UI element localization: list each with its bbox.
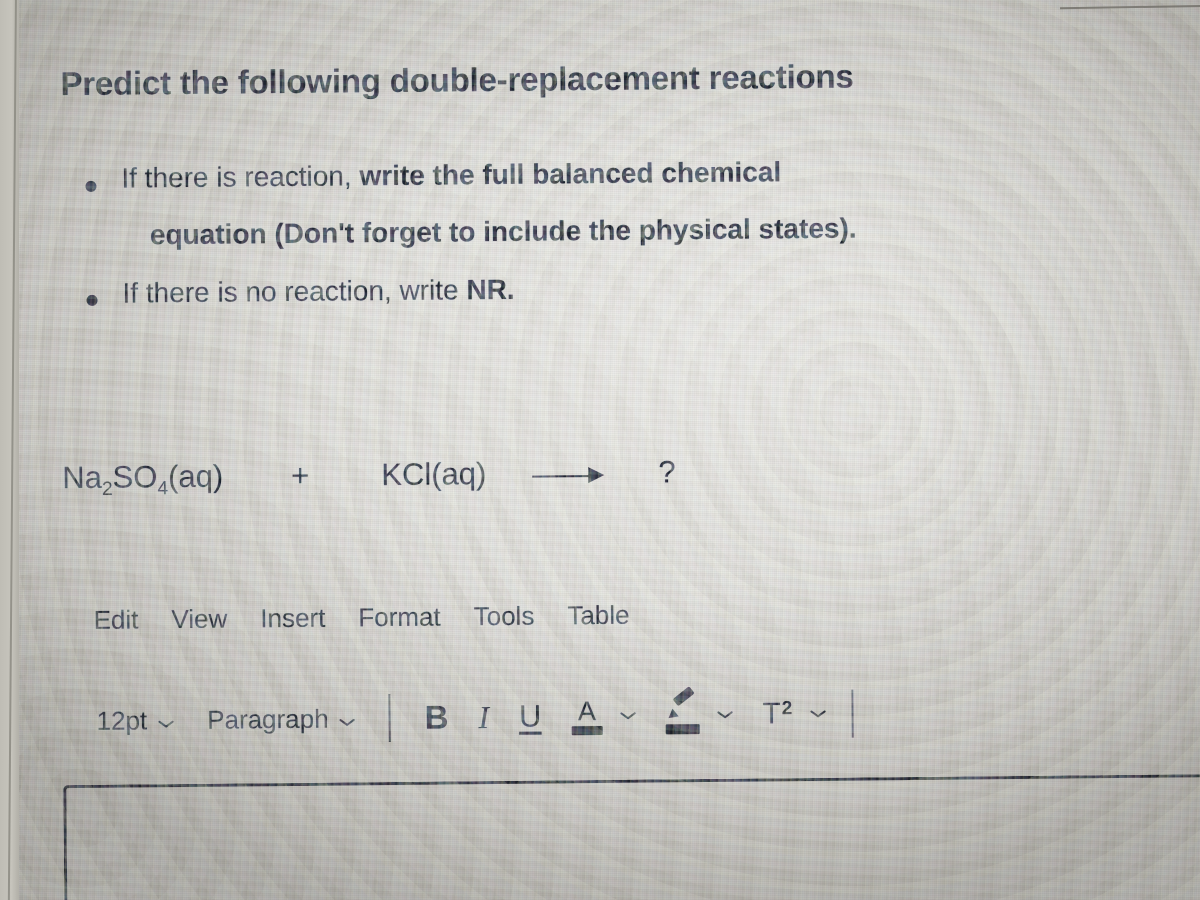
screenshot-root: Predict the following double-replacement…	[0, 0, 1200, 900]
vignette-overlay	[0, 0, 1200, 900]
